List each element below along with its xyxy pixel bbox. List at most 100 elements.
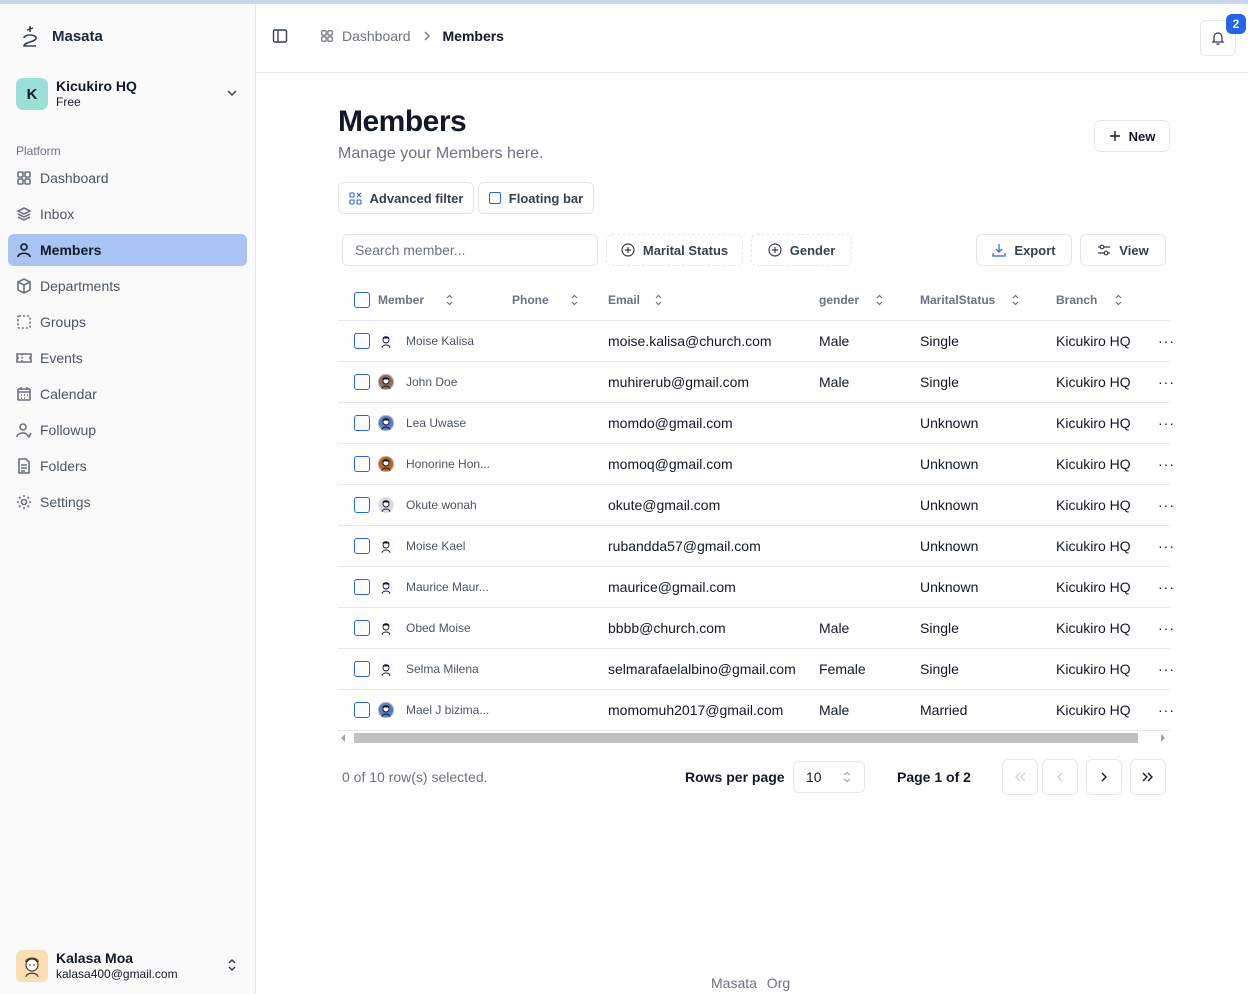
file-icon bbox=[18, 458, 30, 474]
row-actions-button[interactable]: ··· bbox=[1158, 444, 1175, 484]
gender-cell: Female bbox=[819, 661, 866, 677]
rows-per-page-value: 10 bbox=[806, 769, 822, 785]
previous-page-button[interactable] bbox=[1042, 759, 1078, 795]
header-label: Email bbox=[608, 292, 641, 307]
column-header-email[interactable]: Email bbox=[608, 279, 674, 320]
row-checkbox[interactable] bbox=[354, 444, 370, 484]
sort-icon bbox=[571, 294, 578, 305]
table-row[interactable]: Okute wonah okute@gmail.com Unknown Kicukir… bbox=[338, 485, 1174, 526]
member-avatar bbox=[378, 661, 394, 677]
calendar-icon bbox=[17, 387, 31, 401]
table-row[interactable]: Honorine Hon... momoq@gmail.com Unknown Kic… bbox=[338, 444, 1174, 485]
gender-cell: Male bbox=[819, 374, 850, 390]
column-header-marital-status[interactable]: MaritalStatus bbox=[920, 279, 1029, 320]
sidebar-item-events[interactable]: Events bbox=[8, 342, 247, 374]
chevron-down-icon bbox=[226, 86, 238, 104]
box-icon bbox=[17, 278, 31, 294]
column-header-gender[interactable]: gender bbox=[819, 279, 893, 320]
sidebar-item-followup[interactable]: Followup bbox=[8, 414, 247, 446]
sidebar-item-members[interactable]: Members bbox=[8, 234, 247, 266]
column-header-member[interactable]: Member bbox=[378, 279, 458, 320]
row-checkbox[interactable] bbox=[354, 567, 370, 607]
member-avatar bbox=[378, 497, 394, 513]
gender-filter-button[interactable]: Gender bbox=[751, 234, 852, 266]
sidebar-toggle-icon[interactable] bbox=[272, 28, 292, 48]
row-checkbox[interactable] bbox=[354, 403, 370, 443]
rows-per-page-select[interactable]: 10 bbox=[793, 761, 865, 793]
member-avatar bbox=[378, 620, 394, 636]
row-checkbox[interactable] bbox=[354, 485, 370, 525]
member-name: Mael J bizima... bbox=[406, 703, 490, 717]
sidebar-item-label: Members bbox=[40, 242, 102, 258]
page-title: Members bbox=[338, 105, 467, 138]
row-checkbox[interactable] bbox=[354, 649, 370, 689]
scroll-right-icon[interactable] bbox=[1160, 734, 1166, 742]
table-row[interactable]: John Doe muhirerub@gmail.com Male Single Kic… bbox=[338, 362, 1174, 403]
row-checkbox[interactable] bbox=[354, 362, 370, 402]
row-checkbox[interactable] bbox=[354, 690, 370, 730]
first-page-button[interactable] bbox=[1002, 759, 1038, 795]
sidebar-item-groups[interactable]: Groups bbox=[8, 306, 247, 338]
org-avatar: K bbox=[16, 78, 48, 110]
breadcrumb-dashboard-link[interactable]: Dashboard bbox=[342, 28, 411, 44]
horizontal-scrollbar[interactable] bbox=[338, 728, 1170, 746]
last-page-button[interactable] bbox=[1130, 759, 1166, 795]
row-checkbox[interactable] bbox=[354, 526, 370, 566]
table-row[interactable]: Moise Kael rubandda57@gmail.com Unknown Kic… bbox=[338, 526, 1174, 567]
table-row[interactable]: Selma Milena selmarafaelalbino@gmail.com F… bbox=[338, 649, 1174, 690]
header-label: Phone bbox=[512, 292, 549, 307]
row-actions-button[interactable]: ··· bbox=[1158, 321, 1175, 361]
row-checkbox[interactable] bbox=[354, 321, 370, 361]
select-all-checkbox[interactable] bbox=[354, 279, 370, 320]
sliders-icon bbox=[1098, 244, 1111, 256]
header-label: Branch bbox=[1056, 292, 1098, 307]
row-actions-button[interactable]: ··· bbox=[1158, 567, 1175, 607]
export-button[interactable]: Export bbox=[976, 234, 1072, 266]
new-member-button[interactable]: New bbox=[1094, 120, 1170, 152]
advanced-filter-label: Advanced filter bbox=[369, 190, 464, 206]
footer-text: Masata Org bbox=[711, 975, 791, 991]
row-actions-button[interactable]: ··· bbox=[1158, 649, 1175, 689]
sidebar-item-settings[interactable]: Settings bbox=[8, 486, 247, 518]
view-options-button[interactable]: View bbox=[1080, 234, 1166, 266]
column-header-phone[interactable]: Phone bbox=[512, 279, 583, 320]
notification-badge: 2 bbox=[1226, 14, 1246, 34]
org-switcher[interactable]: K Kicukiro HQ Free bbox=[16, 76, 248, 112]
marital-status-cell: Single bbox=[920, 620, 959, 636]
table-row[interactable]: Obed Moise bbbb@church.com Male Single Kicuk… bbox=[338, 608, 1174, 649]
sidebar-item-dashboard[interactable]: Dashboard bbox=[8, 162, 247, 194]
table-row[interactable]: Moise Kalisa moise.kalisa@church.com Male S… bbox=[338, 321, 1174, 362]
page-subtitle: Manage your Members here. bbox=[338, 145, 544, 162]
plus-circle-icon bbox=[621, 243, 635, 257]
row-actions-button[interactable]: ··· bbox=[1158, 526, 1175, 566]
sidebar-item-departments[interactable]: Departments bbox=[8, 270, 247, 302]
floating-bar-button[interactable]: Floating bar bbox=[478, 182, 594, 214]
sidebar-item-calendar[interactable]: Calendar bbox=[8, 378, 247, 410]
row-checkbox[interactable] bbox=[354, 608, 370, 648]
member-cell: Mael J bizima... bbox=[378, 690, 489, 730]
email-cell: okute@gmail.com bbox=[608, 497, 721, 513]
marital-status-cell: Unknown bbox=[920, 538, 979, 554]
row-actions-button[interactable]: ··· bbox=[1158, 690, 1175, 730]
column-header-branch[interactable]: Branch bbox=[1056, 279, 1131, 320]
gender-cell: Male bbox=[819, 620, 850, 636]
table-row[interactable]: Maurice Maur... maurice@gmail.com Unknown K… bbox=[338, 567, 1174, 608]
app-name: Masata bbox=[52, 27, 103, 45]
marital-status-filter-button[interactable]: Marital Status bbox=[606, 234, 743, 266]
sidebar-item-inbox[interactable]: Inbox bbox=[8, 198, 247, 230]
scroll-left-icon[interactable] bbox=[340, 734, 346, 742]
next-page-button[interactable] bbox=[1086, 759, 1122, 795]
row-actions-button[interactable]: ··· bbox=[1158, 403, 1175, 443]
row-actions-button[interactable]: ··· bbox=[1158, 485, 1175, 525]
row-actions-button[interactable]: ··· bbox=[1158, 608, 1175, 648]
scroll-thumb[interactable] bbox=[354, 733, 1138, 743]
brand[interactable]: Masata bbox=[18, 24, 103, 48]
advanced-filter-button[interactable]: Advanced filter bbox=[338, 182, 474, 214]
row-actions-button[interactable]: ··· bbox=[1158, 362, 1175, 402]
table-row[interactable]: Mael J bizima... momomuh2017@gmail.com Mal… bbox=[338, 690, 1174, 731]
table-row[interactable]: Lea Uwase momdo@gmail.com Unknown Kicukiro … bbox=[338, 403, 1174, 444]
sidebar-item-folders[interactable]: Folders bbox=[8, 450, 247, 482]
user-menu[interactable]: Kalasa Moa kalasa400@gmail.com bbox=[16, 948, 248, 984]
sort-icon bbox=[1012, 294, 1019, 305]
search-input[interactable] bbox=[342, 234, 598, 266]
